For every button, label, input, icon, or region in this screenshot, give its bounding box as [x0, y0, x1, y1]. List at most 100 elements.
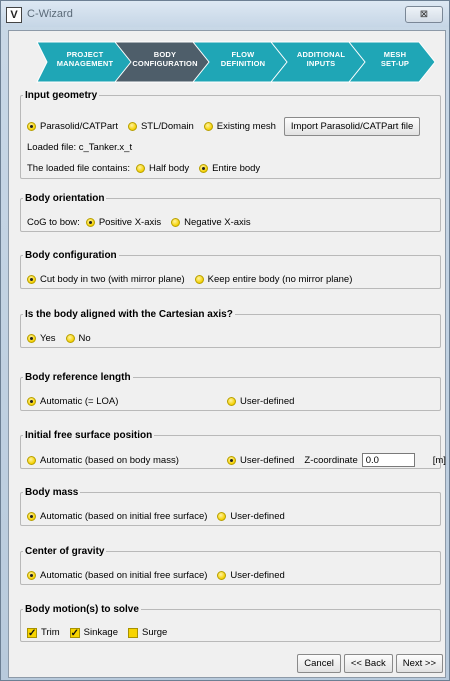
- radio-ref-user-label: User-defined: [240, 396, 295, 407]
- radio-half-body[interactable]: Half body: [135, 163, 190, 174]
- radio-mass-user[interactable]: User-defined: [217, 511, 285, 522]
- radio-entire-body[interactable]: Entire body: [199, 163, 260, 174]
- ref-length-legend: Body reference length: [25, 372, 131, 383]
- import-parasolid-button[interactable]: Import Parasolid/CATPart file: [283, 117, 421, 136]
- step-additional-line2: Inputs: [306, 59, 336, 68]
- back-button[interactable]: << Back: [343, 654, 393, 673]
- body-configuration-group: Body configuration Cut body in two (with…: [20, 250, 441, 289]
- radio-cut-dot[interactable]: [27, 275, 36, 284]
- client-area: Project Management Body Configuration Fl…: [8, 30, 446, 678]
- checkbox-surge-label: Surge: [141, 627, 168, 638]
- checkbox-surge[interactable]: Surge: [127, 627, 168, 638]
- radio-no-dot[interactable]: [65, 334, 75, 343]
- orientation-row: CoG to bow: Positive X-axis Negative X-a…: [27, 217, 261, 228]
- radio-fs-auto[interactable]: Automatic (based on body mass): [27, 455, 217, 466]
- radio-negative-x-dot[interactable]: [171, 218, 181, 227]
- radio-entire-dot[interactable]: [199, 164, 209, 173]
- radio-cog-auto[interactable]: Automatic (based on initial free surface…: [27, 570, 207, 581]
- radio-cog-auto-dot[interactable]: [27, 571, 36, 580]
- radio-ref-auto[interactable]: Automatic (= LOA): [27, 396, 217, 407]
- step-additional[interactable]: Additional Inputs: [279, 50, 363, 68]
- radio-ref-auto-label: Automatic (= LOA): [40, 396, 119, 407]
- checkbox-sinkage[interactable]: ✓ Sinkage: [69, 627, 118, 638]
- aligned-row: Yes No: [27, 333, 101, 344]
- cancel-button[interactable]: Cancel: [297, 654, 341, 673]
- step-flow[interactable]: Flow Definition: [201, 50, 285, 68]
- checkbox-sinkage-box[interactable]: ✓: [69, 627, 80, 638]
- z-unit-label: [m]: [432, 454, 446, 466]
- checkbox-trim-box[interactable]: ✓: [27, 627, 37, 638]
- checkbox-sinkage-label: Sinkage: [83, 627, 118, 638]
- app-icon: V: [6, 7, 22, 23]
- motions-legend: Body motion(s) to solve: [25, 604, 139, 615]
- cog-to-bow-label: CoG to bow:: [27, 217, 80, 228]
- radio-half-dot[interactable]: [135, 164, 145, 173]
- radio-existing-label: Existing mesh: [216, 121, 276, 132]
- checkbox-trim[interactable]: ✓ Trim: [27, 627, 60, 638]
- radio-parasolid[interactable]: Parasolid/CATPart: [27, 121, 118, 132]
- step-body[interactable]: Body Configuration: [123, 50, 207, 68]
- step-flow-line2: Definition: [220, 59, 266, 68]
- close-button[interactable]: ⊠: [405, 6, 443, 23]
- radio-half-label: Half body: [148, 163, 190, 174]
- checkbox-surge-box[interactable]: [127, 627, 138, 638]
- radio-stl-dot[interactable]: [127, 122, 137, 131]
- radio-cog-user-dot[interactable]: [217, 571, 227, 580]
- radio-aligned-no[interactable]: No: [65, 333, 91, 344]
- z-coordinate-label: Z-coordinate: [304, 454, 358, 466]
- step-project[interactable]: Project Management: [43, 50, 127, 68]
- free-surface-legend: Initial free surface position: [25, 430, 153, 441]
- radio-stl[interactable]: STL/Domain: [127, 121, 194, 132]
- cog-row: Automatic (based on initial free surface…: [27, 570, 295, 581]
- body-mass-legend: Body mass: [25, 487, 79, 498]
- radio-mass-auto-label: Automatic (based on initial free surface…: [40, 511, 208, 522]
- radio-keep-dot[interactable]: [194, 275, 204, 284]
- radio-cog-user[interactable]: User-defined: [217, 570, 285, 581]
- free-surface-group: Initial free surface position Automatic …: [20, 430, 446, 469]
- radio-aligned-yes[interactable]: Yes: [27, 333, 56, 344]
- ref-length-group: Body reference length Automatic (= LOA) …: [20, 372, 441, 411]
- radio-existing-dot[interactable]: [203, 122, 213, 131]
- radio-mass-user-label: User-defined: [230, 511, 285, 522]
- configuration-row: Cut body in two (with mirror plane) Keep…: [27, 274, 362, 285]
- body-mass-row: Automatic (based on initial free surface…: [27, 511, 295, 522]
- ref-length-row: Automatic (= LOA) User-defined: [27, 396, 304, 407]
- step-mesh-line1: Mesh: [383, 50, 407, 59]
- z-coordinate-input[interactable]: 0.0: [361, 453, 415, 467]
- radio-ref-user-dot[interactable]: [227, 397, 236, 406]
- radio-yes-label: Yes: [40, 333, 56, 344]
- step-mesh[interactable]: Mesh Set-up: [353, 50, 437, 68]
- radio-fs-user-label: User-defined: [240, 454, 295, 466]
- step-body-line1: Body: [153, 50, 177, 59]
- next-button[interactable]: Next >>: [395, 654, 443, 673]
- radio-yes-dot[interactable]: [27, 334, 36, 343]
- radio-mass-user-dot[interactable]: [217, 512, 227, 521]
- aligned-axis-legend: Is the body aligned with the Cartesian a…: [25, 309, 233, 320]
- motions-row: ✓ Trim ✓ Sinkage Surge: [27, 627, 177, 638]
- contains-row: The loaded file contains: Half body Enti…: [27, 163, 270, 174]
- body-orientation-group: Body orientation CoG to bow: Positive X-…: [20, 193, 441, 232]
- radio-existing-mesh[interactable]: Existing mesh: [203, 121, 276, 132]
- aligned-axis-group: Is the body aligned with the Cartesian a…: [20, 309, 441, 348]
- radio-fs-auto-dot[interactable]: [27, 455, 36, 465]
- radio-mass-auto-dot[interactable]: [27, 512, 36, 521]
- radio-fs-user-dot[interactable]: [227, 455, 236, 465]
- radio-positive-x-dot[interactable]: [85, 218, 95, 227]
- radio-parasolid-dot[interactable]: [27, 122, 36, 131]
- radio-no-label: No: [78, 333, 91, 344]
- motions-group: Body motion(s) to solve ✓ Trim ✓ Sinkage S…: [20, 604, 441, 642]
- radio-ref-auto-dot[interactable]: [27, 397, 36, 406]
- radio-mass-auto[interactable]: Automatic (based on initial free surface…: [27, 511, 207, 522]
- radio-positive-x[interactable]: Positive X-axis: [85, 217, 161, 228]
- cog-legend: Center of gravity: [25, 546, 105, 557]
- radio-negative-x[interactable]: Negative X-axis: [171, 217, 251, 228]
- radio-stl-label: STL/Domain: [140, 121, 194, 132]
- cog-group: Center of gravity Automatic (based on in…: [20, 546, 441, 585]
- radio-keep-body[interactable]: Keep entire body (no mirror plane): [194, 274, 352, 285]
- radio-ref-user[interactable]: User-defined: [227, 396, 294, 407]
- radio-fs-user[interactable]: User-defined: [227, 455, 294, 466]
- geometry-source-row: Parasolid/CATPart STL/Domain Existing me…: [27, 117, 421, 136]
- free-surface-row: Automatic (based on body mass) User-defi…: [27, 453, 446, 467]
- title-bar: V C-Wizard ⊠: [1, 1, 449, 27]
- radio-cut-body[interactable]: Cut body in two (with mirror plane): [27, 274, 185, 285]
